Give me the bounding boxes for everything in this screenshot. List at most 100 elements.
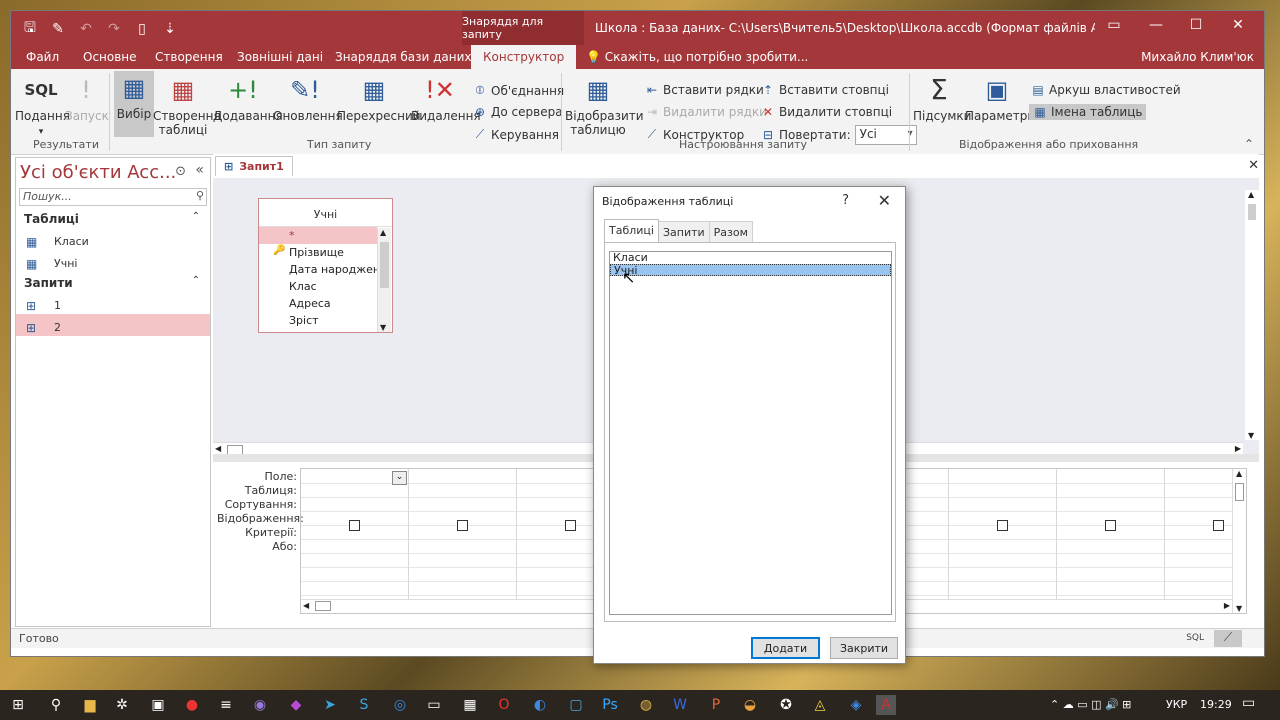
file-explorer-icon[interactable]: ▆ [80, 695, 100, 715]
nav-item-table[interactable]: ▦ Класи [16, 228, 210, 250]
delete-query-button[interactable]: !✕ Видалення [411, 73, 481, 137]
crosstab-button[interactable]: ▦ Перехресний [337, 73, 421, 137]
sql-view-toggle[interactable]: SQL [1186, 633, 1204, 643]
add-button[interactable]: Додати [751, 637, 820, 659]
grid-column[interactable] [1057, 469, 1165, 613]
data-definition-button[interactable]: ⟋ Керування [473, 127, 559, 142]
nav-header[interactable]: Усі об'єкти Acc... ⊙ « [16, 158, 210, 186]
field-list-item[interactable]: * [259, 227, 377, 244]
tell-me-box[interactable]: 💡 Скажіть, що потрібно зробити... [586, 50, 808, 64]
table-list[interactable]: Класи Учні [609, 251, 892, 615]
tab-file[interactable]: Файл [26, 50, 59, 64]
scroll-thumb[interactable] [315, 601, 331, 611]
edge-icon[interactable]: ◎ [390, 695, 410, 715]
design-view-icon[interactable]: ⟋ [1214, 630, 1242, 647]
search-icon[interactable]: ⚲ [46, 695, 66, 715]
show-checkbox[interactable] [1105, 520, 1116, 531]
nav-item-query[interactable]: ⊞ 2 [16, 314, 210, 336]
app-icon[interactable]: ◆ [286, 695, 306, 715]
field-list-item[interactable]: Клас [259, 278, 377, 295]
show-table-button[interactable]: ▦ Відобразити таблицю [565, 73, 644, 139]
app-icon[interactable]: ◬ [810, 695, 830, 715]
undo-icon[interactable]: ↶ [77, 21, 95, 37]
close-dialog-icon[interactable]: ✕ [878, 191, 891, 210]
union-button[interactable]: ⦶ Об'єднання [473, 83, 565, 98]
clock[interactable]: 19:29 [1200, 698, 1232, 711]
delete-columns-button[interactable]: ✕ Видалити стовпці [761, 105, 892, 119]
field-dropdown-icon[interactable]: ⌄ [392, 471, 407, 485]
select-query-button[interactable]: ▦ Вибір [114, 71, 154, 137]
tab-external-data[interactable]: Зовнішні дані [237, 50, 323, 64]
tab-database-tools[interactable]: Знаряддя бази даних [335, 50, 472, 64]
nav-menu-icon[interactable]: ⊙ [175, 164, 186, 179]
scroll-left-icon[interactable]: ◀ [303, 601, 309, 610]
app-icon[interactable]: ◐ [530, 695, 550, 715]
scroll-thumb[interactable] [1235, 483, 1244, 501]
scroll-up-icon[interactable]: ▲ [1236, 469, 1242, 478]
parameters-button[interactable]: ▣ Параметри [965, 73, 1035, 137]
nav-group-queries[interactable]: Запити ⌃ [16, 272, 210, 292]
save-icon[interactable]: 🖫 [21, 17, 39, 41]
scroll-thumb[interactable] [1248, 204, 1256, 220]
tray-icons[interactable]: ⌃ ☁ ▭ ◫ 🔊 ⊞ [1050, 698, 1131, 711]
update-button[interactable]: ✎! Оновлення [273, 73, 343, 137]
help-icon[interactable]: ? [842, 193, 849, 208]
chrome-icon[interactable]: ◍ [636, 695, 656, 715]
grid-column[interactable] [949, 469, 1057, 613]
telegram-icon[interactable]: ➤ [320, 695, 340, 715]
run-button[interactable]: ! Запуск [65, 73, 109, 137]
app-icon[interactable]: ✪ [776, 695, 796, 715]
minimize-icon[interactable]: — [1141, 17, 1171, 33]
form-icon[interactable]: ✎ [49, 21, 67, 37]
tab-tables[interactable]: Таблиці [604, 219, 659, 243]
grid-column[interactable] [409, 469, 517, 613]
word-icon[interactable]: W [670, 695, 690, 715]
app-icon[interactable]: ≡ [216, 695, 236, 715]
tab-create[interactable]: Створення [155, 50, 223, 64]
collapse-ribbon-icon[interactable]: ⌃ [1244, 137, 1254, 151]
insert-columns-button[interactable]: ⇡ Вставити стовпці [761, 83, 889, 97]
view-button[interactable]: SQL Подання ▾ [15, 73, 70, 137]
nav-group-tables[interactable]: Таблиці ⌃ [16, 208, 210, 228]
field-list-item[interactable]: Адреса [259, 295, 377, 312]
customize-qat-icon[interactable]: ⇣ [161, 21, 179, 37]
windows-start-icon[interactable]: ⊞ [8, 695, 28, 715]
table-list-item[interactable]: Класи [610, 252, 891, 264]
photoshop-icon[interactable]: Ps [600, 695, 620, 715]
make-table-button[interactable]: ▦ Створення таблиці [153, 73, 221, 139]
table-list-item-selected[interactable]: Учні [610, 264, 891, 277]
totals-button[interactable]: Σ Підсумки [913, 73, 971, 137]
nav-item-query[interactable]: ⊞ 1 [16, 292, 210, 314]
show-checkbox[interactable] [997, 520, 1008, 531]
insert-rows-button[interactable]: ⇤ Вставити рядки [645, 83, 764, 97]
scroll-up-icon[interactable]: ▲ [1248, 190, 1254, 199]
field-list-item[interactable]: Зріст [259, 312, 377, 329]
field-list-table[interactable]: Учні * 🔑Прізвище Дата народження Клас Ад… [258, 198, 393, 333]
scroll-right-icon[interactable]: ▶ [1224, 601, 1230, 610]
field-list-title[interactable]: Учні [259, 199, 392, 227]
redo-icon[interactable]: ↷ [105, 21, 123, 37]
vertical-scrollbar[interactable]: ▲ ▼ [1245, 190, 1259, 440]
nav-search-input[interactable]: Пошук... ⚲ [19, 188, 207, 206]
app-icon[interactable]: ▢ [566, 695, 586, 715]
powerpoint-icon[interactable]: P [706, 695, 726, 715]
passthrough-button[interactable]: ⊕ До сервера [473, 105, 563, 119]
language-indicator[interactable]: УКР [1166, 698, 1187, 711]
scroll-down-icon[interactable]: ▼ [1248, 431, 1254, 440]
app-icon[interactable]: ✲ [112, 695, 132, 715]
document-tab[interactable]: ⊞ Запит1 [215, 156, 293, 176]
opera-icon[interactable]: O [494, 695, 514, 715]
show-checkbox[interactable] [457, 520, 468, 531]
grid-column[interactable] [1165, 469, 1233, 613]
app-icon[interactable]: ● [182, 695, 202, 715]
tab-home[interactable]: Основне [83, 50, 137, 64]
nav-item-table[interactable]: ▦ Учні [16, 250, 210, 272]
new-doc-icon[interactable]: ▯ [133, 21, 151, 37]
ribbon-display-icon[interactable]: ▭ [1099, 17, 1129, 33]
return-select[interactable]: Усі [854, 125, 917, 145]
scroll-right-icon[interactable]: ▶ [1235, 444, 1241, 453]
user-name[interactable]: Михайло Клим'юк [1141, 50, 1254, 64]
scroll-left-icon[interactable]: ◀ [215, 444, 221, 453]
table-names-button[interactable]: ▦ Імена таблиць [1029, 104, 1147, 120]
delete-rows-button[interactable]: ⇥ Видалити рядки [645, 105, 767, 119]
